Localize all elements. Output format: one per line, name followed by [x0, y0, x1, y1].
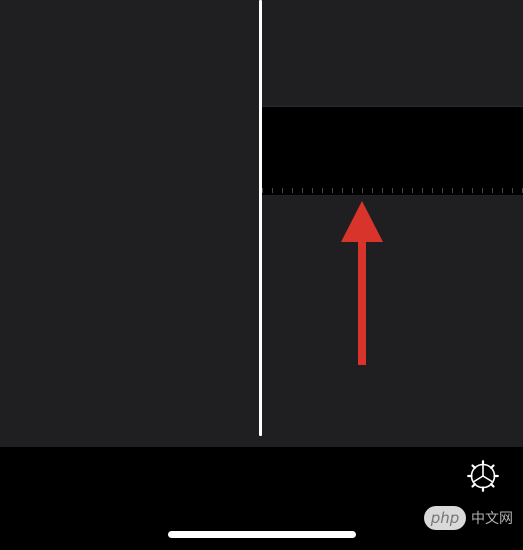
video-track-clip[interactable]: [262, 106, 523, 195]
home-indicator[interactable]: [168, 531, 356, 538]
annotation-arrow: [341, 201, 383, 365]
gear-icon: [466, 459, 500, 493]
settings-button[interactable]: [462, 455, 504, 497]
arrow-shaft: [358, 235, 366, 365]
watermark-logo: php: [424, 506, 466, 530]
timeline-editor: [0, 0, 523, 447]
arrow-head: [341, 201, 383, 242]
watermark-site-text: 中文网: [471, 511, 513, 527]
track-tick-strip: [262, 188, 523, 193]
watermark: php 中文网: [424, 505, 513, 531]
playhead-line[interactable]: [259, 0, 262, 436]
